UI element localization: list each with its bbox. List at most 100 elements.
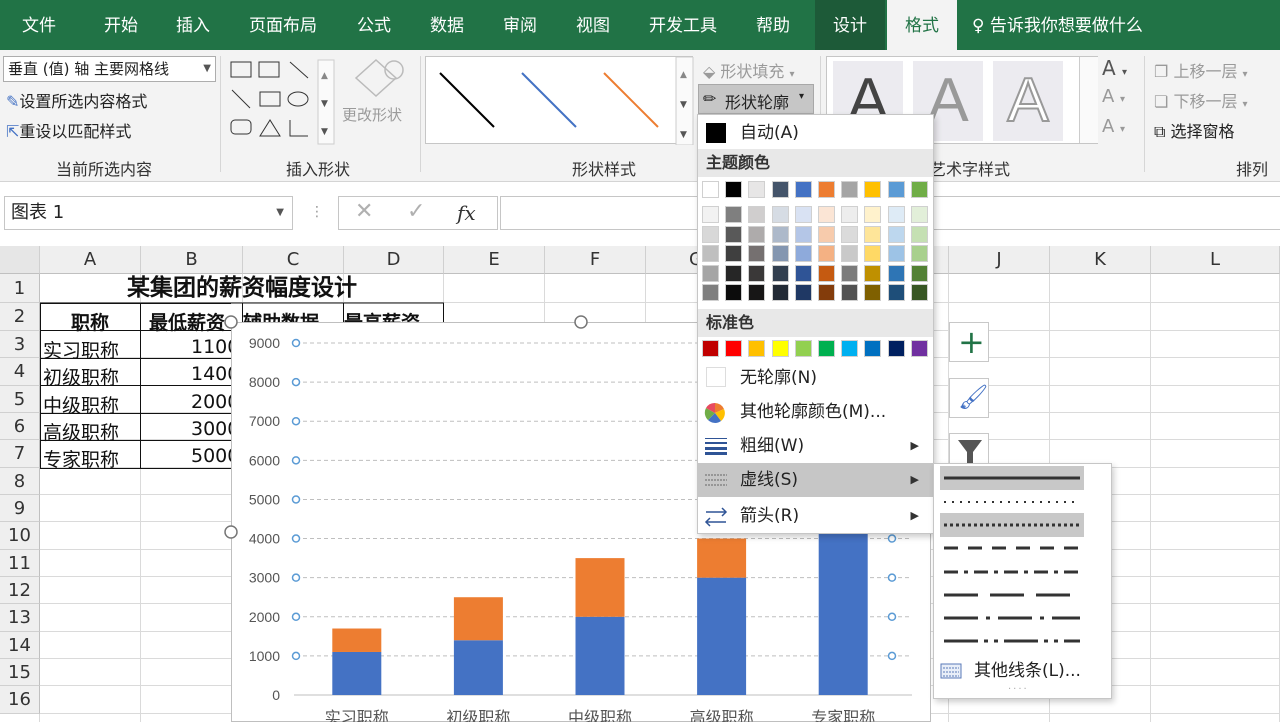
send-backward-button[interactable]: ❏ 下移一层 ▾ (1154, 88, 1248, 112)
tab-file[interactable]: 文件 (22, 0, 56, 50)
standard-color-swatch[interactable] (725, 340, 743, 357)
chart-element-combo[interactable]: 垂直 (值) 轴 主要网格线 ▼ (3, 56, 216, 82)
theme-shade-swatch[interactable] (887, 245, 905, 262)
standard-color-swatch[interactable] (702, 340, 719, 357)
theme-shade-swatch[interactable] (864, 264, 882, 282)
theme-shade-swatch[interactable] (794, 206, 812, 223)
wordart-style-3[interactable]: A (993, 61, 1063, 141)
theme-shade-swatch[interactable] (864, 225, 882, 243)
standard-color-swatch[interactable] (864, 340, 882, 357)
row-header-7[interactable]: 7 (0, 440, 40, 468)
row-header-12[interactable]: 12 (0, 577, 40, 604)
theme-shade-swatch[interactable] (841, 206, 859, 223)
theme-color-swatch[interactable] (748, 181, 766, 198)
standard-color-swatch[interactable] (818, 340, 835, 357)
column-header-a[interactable]: A (40, 246, 141, 274)
dash-option-dash-dot[interactable] (940, 560, 1084, 584)
theme-shade-swatch[interactable] (725, 264, 743, 282)
row-header-1[interactable]: 1 (0, 274, 40, 303)
cell-header-title[interactable]: 职称 (40, 308, 140, 335)
row-header-14[interactable]: 14 (0, 632, 40, 659)
cell-name[interactable]: 初级职称 (43, 363, 119, 390)
tab-view[interactable]: 视图 (576, 0, 610, 50)
theme-shade-swatch[interactable] (864, 245, 882, 262)
theme-shade-swatch[interactable] (818, 206, 835, 223)
theme-shade-swatch[interactable] (818, 264, 835, 282)
theme-shade-swatch[interactable] (818, 225, 835, 243)
theme-shade-swatch[interactable] (702, 225, 719, 243)
insert-function-icon[interactable]: fx (457, 201, 476, 225)
theme-shade-swatch[interactable] (748, 284, 766, 301)
theme-shade-swatch[interactable] (771, 225, 789, 243)
row-header-4[interactable]: 4 (0, 358, 40, 386)
theme-shade-swatch[interactable] (887, 264, 905, 282)
theme-shade-swatch[interactable] (910, 245, 928, 262)
theme-shade-swatch[interactable] (748, 264, 766, 282)
theme-shade-swatch[interactable] (818, 284, 835, 301)
cancel-icon[interactable]: ✕ (355, 199, 373, 224)
tab-page-layout[interactable]: 页面布局 (249, 0, 317, 50)
tab-developer[interactable]: 开发工具 (649, 0, 717, 50)
theme-shade-swatch[interactable] (910, 206, 928, 223)
row-header-13[interactable]: 13 (0, 604, 40, 632)
cell-name[interactable]: 实习职称 (43, 336, 119, 363)
cell-header-min[interactable]: 最低薪资 (141, 308, 231, 335)
text-fill-icon[interactable]: A ▾ (1102, 56, 1127, 80)
chart-styles-button[interactable]: 🖌 (949, 378, 989, 418)
shape-gallery[interactable]: ▲ ▼ ▼ (228, 58, 338, 148)
weight-item[interactable]: 粗细(W) ▶ (698, 429, 933, 463)
row-header-2[interactable]: 2 (0, 303, 40, 331)
row-header-9[interactable]: 9 (0, 495, 40, 522)
shape-fill-button[interactable]: ⬙ 形状填充 ▾ (703, 58, 795, 82)
theme-shade-swatch[interactable] (702, 284, 719, 301)
theme-color-swatch[interactable] (725, 181, 743, 198)
tab-help[interactable]: 帮助 (756, 0, 790, 50)
theme-shade-swatch[interactable] (702, 245, 719, 262)
more-lines-item[interactable]: 其他线条(L)... (934, 658, 1111, 684)
more-outline-colors-item[interactable]: 其他轮廓颜色(M)... (698, 395, 933, 429)
theme-shade-swatch[interactable] (864, 206, 882, 223)
enter-icon[interactable]: ✓ (407, 199, 425, 224)
cell-title[interactable]: 某集团的薪资幅度设计 (40, 274, 444, 303)
theme-shade-swatch[interactable] (887, 225, 905, 243)
theme-shade-swatch[interactable] (910, 284, 928, 301)
standard-color-swatch[interactable] (910, 340, 928, 357)
theme-color-swatch[interactable] (794, 181, 812, 198)
column-header-k[interactable]: K (1050, 246, 1151, 274)
column-header-d[interactable]: D (344, 246, 444, 274)
theme-shade-swatch[interactable] (794, 225, 812, 243)
theme-shade-swatch[interactable] (748, 206, 766, 223)
row-header-16[interactable]: 16 (0, 686, 40, 714)
column-header-j[interactable]: J (949, 246, 1050, 274)
theme-shade-swatch[interactable] (887, 206, 905, 223)
theme-color-swatch[interactable] (887, 181, 905, 198)
theme-shade-swatch[interactable] (771, 284, 789, 301)
theme-shade-swatch[interactable] (794, 284, 812, 301)
theme-shade-swatch[interactable] (841, 264, 859, 282)
dash-option-dash[interactable] (940, 536, 1084, 560)
bring-forward-button[interactable]: ❐ 上移一层 ▾ (1154, 58, 1248, 82)
theme-shade-swatch[interactable] (748, 225, 766, 243)
reset-style-button[interactable]: ⇱重设以匹配样式 (6, 118, 131, 142)
theme-shade-swatch[interactable] (771, 245, 789, 262)
column-header-l[interactable]: L (1151, 246, 1280, 274)
format-selection-button[interactable]: ✎设置所选内容格式 (6, 88, 147, 112)
theme-shade-swatch[interactable] (725, 206, 743, 223)
theme-color-swatch[interactable] (702, 181, 719, 198)
theme-shade-swatch[interactable] (794, 264, 812, 282)
theme-shade-swatch[interactable] (725, 284, 743, 301)
cell-name[interactable]: 专家职称 (43, 445, 119, 472)
no-outline-item[interactable]: 无轮廓(N) (698, 361, 933, 395)
chart-filters-button[interactable] (949, 433, 989, 465)
text-outline-icon[interactable]: A ▾ (1102, 86, 1125, 107)
cell-name[interactable]: 高级职称 (43, 418, 119, 445)
tell-me-search[interactable]: ♀ 告诉我你想要做什么 (972, 0, 1143, 50)
row-header-11[interactable]: 11 (0, 550, 40, 577)
tab-format[interactable]: 格式 (887, 0, 957, 50)
theme-shade-swatch[interactable] (771, 264, 789, 282)
dash-option-round-dot[interactable] (940, 490, 1084, 514)
standard-color-swatch[interactable] (794, 340, 812, 357)
select-all-corner[interactable] (0, 246, 40, 274)
dash-option-long-dash-dot-dot[interactable] (940, 629, 1084, 653)
theme-color-swatch[interactable] (771, 181, 789, 198)
